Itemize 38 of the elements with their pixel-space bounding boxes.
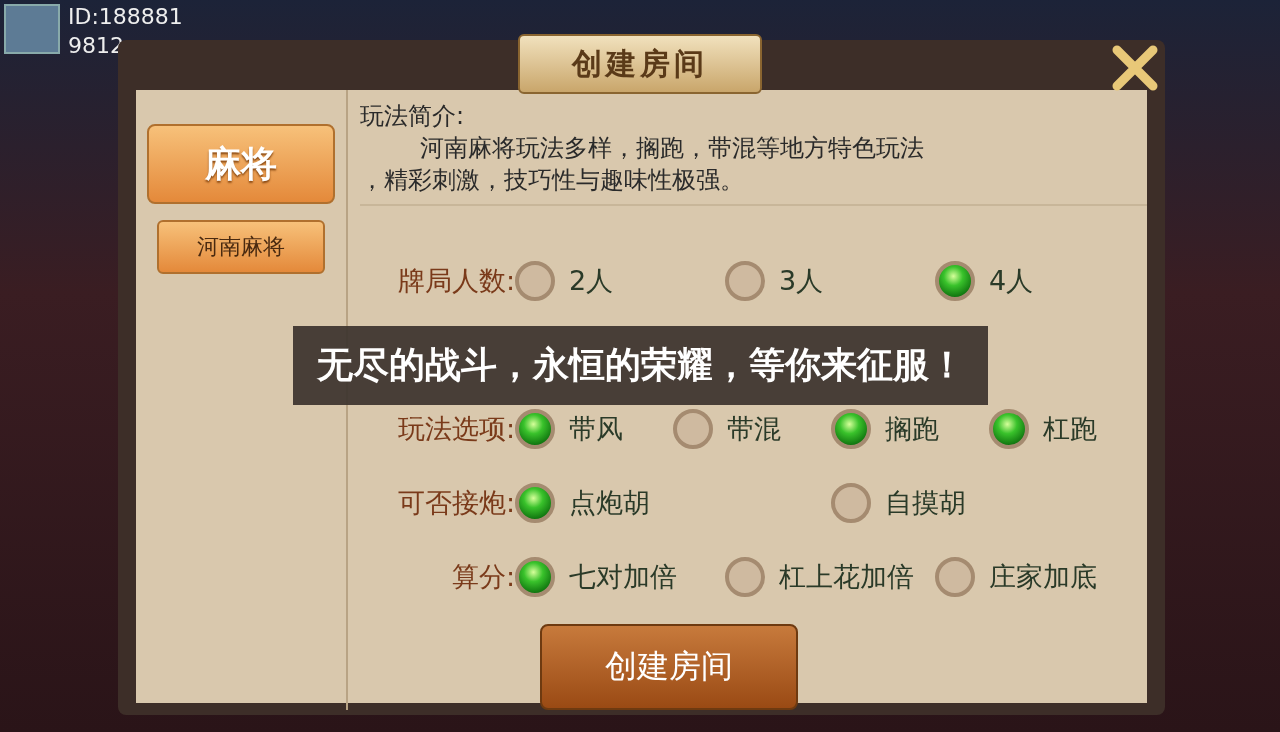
player-id: ID:188881: [68, 4, 183, 29]
option-label: 玩法选项:: [396, 412, 515, 446]
option-text[interactable]: 自摸胡: [885, 485, 966, 521]
option-text[interactable]: 带混: [727, 411, 781, 447]
radio-button[interactable]: [673, 409, 713, 449]
option-text[interactable]: 庄家加底: [989, 559, 1097, 595]
radio-button[interactable]: [725, 261, 765, 301]
radio-button[interactable]: [725, 557, 765, 597]
radio-button[interactable]: [935, 557, 975, 597]
caption-banner: 无尽的战斗，永恒的荣耀，等你来征服！: [293, 326, 988, 405]
radio-button[interactable]: [515, 483, 555, 523]
radio-button[interactable]: [515, 557, 555, 597]
option-text[interactable]: 2人: [569, 263, 614, 299]
radio-button[interactable]: [515, 409, 555, 449]
option-text[interactable]: 3人: [779, 263, 824, 299]
avatar-icon: [4, 4, 60, 54]
dialog-title: 创建房间: [518, 34, 762, 94]
option-text[interactable]: 杠上花加倍: [779, 559, 914, 595]
option-text[interactable]: 4人: [989, 263, 1034, 299]
radio-button[interactable]: [831, 483, 871, 523]
radio-button[interactable]: [515, 261, 555, 301]
radio-button[interactable]: [989, 409, 1029, 449]
option-text[interactable]: 点炮胡: [569, 485, 650, 521]
game-tab[interactable]: 河南麻将: [157, 220, 325, 274]
radio-button[interactable]: [831, 409, 871, 449]
option-text[interactable]: 杠跑: [1043, 411, 1097, 447]
option-text[interactable]: 带风: [569, 411, 623, 447]
create-room-button[interactable]: 创建房间: [540, 624, 798, 710]
option-text[interactable]: 七对加倍: [569, 559, 677, 595]
option-text[interactable]: 搁跑: [885, 411, 939, 447]
option-label: 可否接炮:: [396, 486, 515, 520]
intro-heading: 玩法简介:: [360, 101, 466, 132]
intro-text: ，精彩刺激，技巧性与趣味性极强。: [360, 165, 745, 196]
intro-text: 河南麻将玩法多样，搁跑，带混等地方特色玩法: [419, 133, 925, 164]
radio-button[interactable]: [935, 261, 975, 301]
player-number: 9812: [68, 33, 125, 58]
option-label: 算分:: [450, 560, 515, 594]
option-label: 牌局人数:: [396, 264, 515, 298]
